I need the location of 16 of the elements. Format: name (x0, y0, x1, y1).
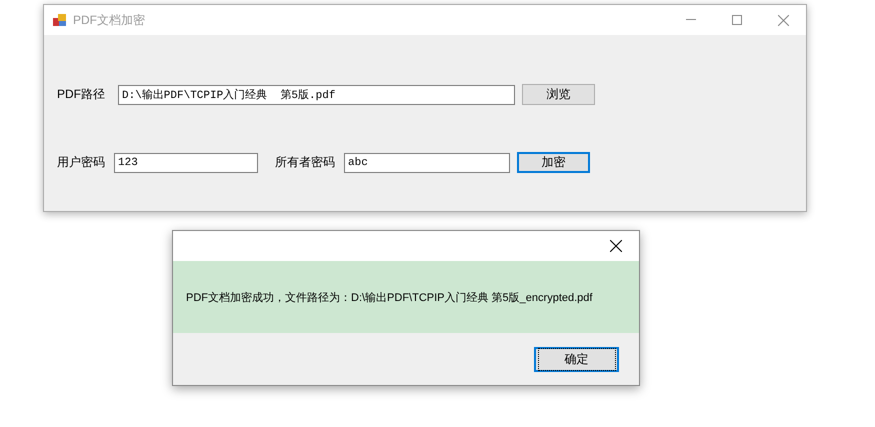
password-field[interactable]: abc (344, 152, 510, 172)
path-field[interactable]: D:\输出PDF\TCPIP入门经典 第5版.pdf (118, 84, 515, 104)
window-title: PDF文档加密 (73, 12, 146, 28)
ok-button[interactable]: 确定 (534, 346, 619, 372)
browse-button[interactable]: 浏览 (522, 84, 595, 105)
close-icon (778, 14, 788, 26)
close-icon (610, 240, 622, 252)
maximize-icon (732, 15, 742, 25)
success-message: PDF文档加密成功，文件路径为：D:\输出PDF\TCPIP入门经典 第5版_encrypted.pdf (173, 261, 639, 333)
app-icon (53, 13, 67, 27)
minimize-icon (686, 19, 696, 21)
password-field[interactable]: 123 (114, 152, 258, 172)
field-label: 所有者密码 (275, 154, 335, 171)
field-label: PDF路径 (57, 86, 105, 103)
encrypt-button[interactable]: 加密 (517, 152, 590, 173)
field-label: 用户密码 (57, 154, 105, 171)
